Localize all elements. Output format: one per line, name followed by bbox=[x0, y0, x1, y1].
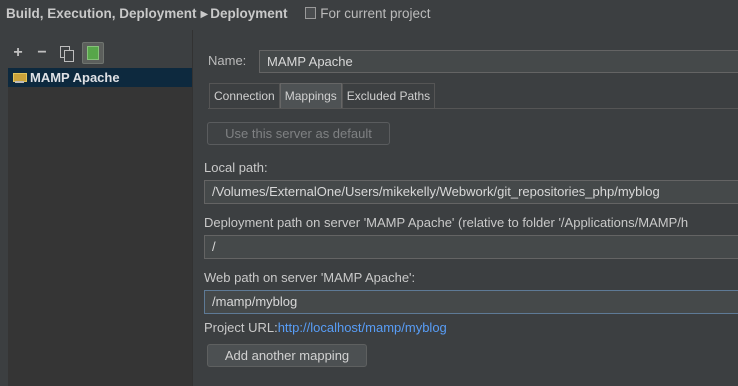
server-list-toolbar: + − bbox=[10, 42, 104, 64]
breadcrumb-deployment: Deployment bbox=[210, 6, 288, 21]
settings-header: Build, Execution, Deployment ▶ Deployment … bbox=[0, 0, 738, 30]
breadcrumb-build-execution-deployment: Build, Execution, Deployment bbox=[6, 6, 197, 21]
scope-indicator: For current project bbox=[305, 6, 431, 21]
tab-connection[interactable]: Connection bbox=[209, 83, 280, 108]
deployment-path-label: Deployment path on server 'MAMP Apache' … bbox=[204, 215, 689, 230]
breadcrumb: Build, Execution, Deployment ▶ Deployment … bbox=[6, 6, 431, 21]
project-scope-icon bbox=[305, 7, 317, 19]
remove-server-button[interactable]: − bbox=[34, 43, 50, 63]
project-url: Project URL:http://localhost/mamp/myblog bbox=[204, 320, 447, 335]
local-path-label: Local path: bbox=[204, 160, 268, 175]
local-path-field[interactable]: /Volumes/ExternalOne/Users/mikekelly/Web… bbox=[204, 180, 738, 204]
web-path-field[interactable]: /mamp/myblog bbox=[204, 290, 738, 314]
breadcrumb-separator-icon: ▶ bbox=[200, 9, 209, 20]
project-url-label: Project URL: bbox=[204, 320, 278, 335]
add-server-button[interactable]: + bbox=[10, 43, 26, 63]
copy-icon bbox=[60, 46, 74, 62]
server-tree[interactable]: MAMP Apache bbox=[8, 68, 192, 386]
settings-tabs: Connection Mappings Excluded Paths bbox=[209, 83, 436, 108]
server-list-panel: + − MAMP Apache bbox=[0, 30, 193, 386]
tab-mappings[interactable]: Mappings bbox=[279, 83, 342, 108]
scope-label: For current project bbox=[320, 6, 431, 21]
name-field[interactable]: MAMP Apache bbox=[259, 50, 738, 73]
use-as-default-icon bbox=[87, 46, 99, 60]
add-another-mapping-button[interactable]: Add another mapping bbox=[207, 344, 367, 367]
project-url-link[interactable]: http://localhost/mamp/myblog bbox=[278, 320, 447, 335]
use-as-default-button[interactable] bbox=[82, 42, 104, 64]
use-server-as-default-button[interactable]: Use this server as default bbox=[207, 122, 390, 145]
server-item-mamp-apache[interactable]: MAMP Apache bbox=[8, 68, 192, 87]
server-settings-panel: Name: MAMP Apache Connection Mappings Ex… bbox=[193, 30, 738, 386]
tab-excluded-paths[interactable]: Excluded Paths bbox=[341, 83, 436, 108]
server-item-label: MAMP Apache bbox=[30, 70, 120, 85]
name-label: Name: bbox=[208, 53, 247, 68]
copy-server-button[interactable] bbox=[58, 43, 74, 63]
server-icon bbox=[13, 71, 27, 83]
tabs-divider bbox=[208, 108, 738, 109]
web-path-label: Web path on server 'MAMP Apache': bbox=[204, 270, 416, 285]
deployment-path-field[interactable]: / bbox=[204, 235, 738, 259]
